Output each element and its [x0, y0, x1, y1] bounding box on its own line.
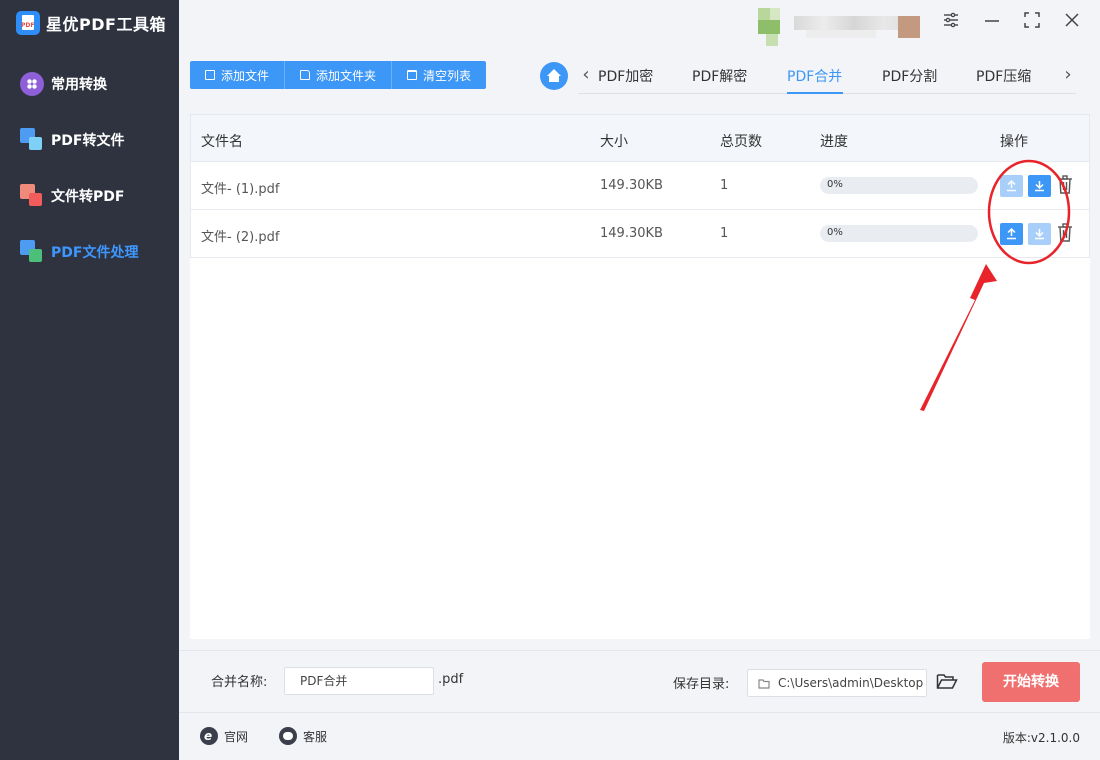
col-header-name: 文件名: [201, 134, 243, 150]
output-settings-bar: 合并名称: PDF合并 .pdf 保存目录: C:\Users\admin\De…: [179, 650, 1100, 712]
sidebar-item-file-to-pdf[interactable]: 文件转PDF: [0, 176, 179, 216]
active-tab-indicator: [787, 92, 843, 94]
save-dir-value: C:\Users\admin\Desktop: [778, 676, 924, 690]
col-header-size: 大小: [600, 134, 628, 150]
merge-name-input[interactable]: PDF合并: [284, 667, 434, 695]
sidebar-item-label: 文件转PDF: [51, 189, 125, 205]
browser-e-icon: e: [200, 727, 218, 745]
footer: e 官网 客服 版本:v2.1.0.0: [179, 712, 1100, 760]
sidebar-item-label: 常用转换: [51, 77, 107, 93]
grid-circle-icon: [20, 72, 44, 96]
progress-text: 0%: [827, 227, 843, 238]
table-row[interactable]: 文件- (1).pdf 149.30KB 1 0%: [190, 162, 1090, 210]
file-name: 文件- (1).pdf: [201, 182, 280, 197]
tab-pdf-split[interactable]: PDF分割: [882, 66, 937, 86]
file-table: 文件名 大小 总页数 进度 操作 文件- (1).pdf 149.30KB 1 …: [190, 114, 1090, 639]
website-label: 官网: [224, 729, 249, 744]
folder-small-icon: [758, 679, 770, 689]
user-avatar[interactable]: [758, 8, 922, 46]
start-convert-button[interactable]: 开始转换: [982, 662, 1080, 702]
sidebar-item-pdf-process[interactable]: PDF文件处理: [0, 232, 179, 272]
file-icon: [205, 70, 215, 80]
add-file-label: 添加文件: [221, 68, 270, 83]
merge-name-label: 合并名称:: [211, 675, 268, 690]
progress-bar: 0%: [820, 225, 978, 242]
sidebar-item-label: PDF转文件: [51, 133, 125, 149]
file-size: 149.30KB: [600, 178, 663, 193]
tool-tabs: PDF加密 PDF解密 PDF合并 PDF分割 PDF压缩: [578, 60, 1076, 94]
customer-service-link[interactable]: 客服: [279, 727, 327, 745]
add-file-button[interactable]: 添加文件: [190, 61, 286, 89]
merge-ext-label: .pdf: [438, 672, 464, 687]
clear-list-button[interactable]: 清空列表: [392, 61, 486, 89]
home-icon[interactable]: [540, 62, 568, 90]
file-size: 149.30KB: [600, 226, 663, 241]
close-icon[interactable]: [1061, 12, 1083, 34]
brand: 星优PDF工具箱: [0, 0, 179, 46]
minimize-icon[interactable]: [981, 12, 1003, 34]
table-row[interactable]: 文件- (2).pdf 149.30KB 1 0%: [190, 210, 1090, 258]
open-folder-icon[interactable]: [936, 671, 958, 691]
maximize-icon[interactable]: [1021, 12, 1043, 34]
version-text: 版本:v2.1.0.0: [1002, 731, 1080, 745]
table-header: 文件名 大小 总页数 进度 操作: [190, 114, 1090, 162]
trash-icon: [407, 70, 418, 80]
website-link[interactable]: e 官网: [200, 727, 248, 745]
col-header-progress: 进度: [820, 134, 848, 150]
save-dir-label: 保存目录:: [673, 677, 730, 692]
move-down-button[interactable]: [1028, 223, 1051, 245]
app-logo-icon: [16, 11, 40, 35]
add-folder-label: 添加文件夹: [316, 68, 377, 83]
sidebar-item-pdf-to-file[interactable]: PDF转文件: [0, 120, 179, 160]
progress-bar: 0%: [820, 177, 978, 194]
folder-icon: [300, 70, 311, 80]
sidebar: 星优PDF工具箱 常用转换 PDF转文件 文件转PDF PDF文件处理: [0, 0, 179, 760]
clear-list-label: 清空列表: [423, 68, 472, 83]
add-folder-button[interactable]: 添加文件夹: [285, 61, 393, 89]
delete-trash-icon[interactable]: [1057, 175, 1073, 195]
file-name: 文件- (2).pdf: [201, 230, 280, 245]
page-count: 1: [720, 226, 729, 241]
save-dir-input[interactable]: C:\Users\admin\Desktop: [747, 669, 927, 697]
pdf-to-file-icon: [20, 128, 44, 152]
move-down-button[interactable]: [1028, 175, 1051, 197]
pdf-process-icon: [20, 240, 44, 264]
tab-pdf-decrypt[interactable]: PDF解密: [692, 66, 747, 86]
move-up-button[interactable]: [1000, 175, 1023, 197]
chat-bubble-icon: [279, 727, 297, 745]
tab-pdf-merge[interactable]: PDF合并: [787, 66, 842, 86]
sidebar-item-common[interactable]: 常用转换: [0, 64, 179, 104]
page-count: 1: [720, 178, 729, 193]
service-label: 客服: [303, 729, 328, 744]
tab-pdf-compress[interactable]: PDF压缩: [976, 66, 1031, 86]
settings-sliders-icon[interactable]: [940, 12, 962, 34]
delete-trash-icon[interactable]: [1057, 223, 1073, 243]
chevron-right-icon[interactable]: ›: [1060, 64, 1076, 85]
progress-text: 0%: [827, 179, 843, 190]
tab-pdf-encrypt[interactable]: PDF加密: [598, 66, 653, 86]
file-toolbar: 添加文件 添加文件夹 清空列表: [190, 61, 487, 89]
col-header-actions: 操作: [1000, 134, 1028, 150]
sidebar-item-label: PDF文件处理: [51, 245, 139, 261]
col-header-pages: 总页数: [720, 134, 762, 150]
file-to-pdf-icon: [20, 184, 44, 208]
move-up-button[interactable]: [1000, 223, 1023, 245]
app-title: 星优PDF工具箱: [46, 15, 166, 34]
